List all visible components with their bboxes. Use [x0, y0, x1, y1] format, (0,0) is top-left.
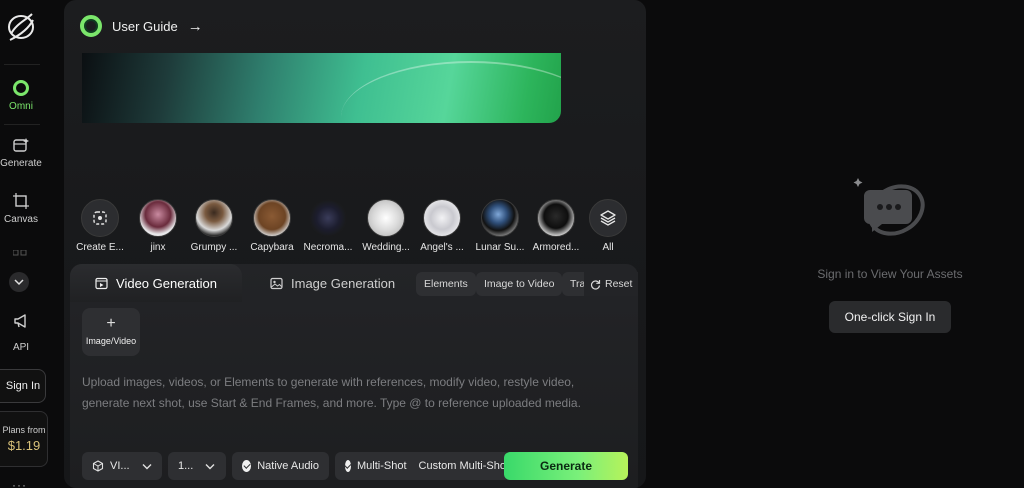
preset-thumbnail: [423, 199, 461, 237]
preset-thumbnail: [139, 199, 177, 237]
ratio-value: 1...: [178, 460, 194, 472]
generate-button[interactable]: Generate: [504, 452, 628, 480]
canvas-icon: [13, 193, 29, 209]
preset-item-all[interactable]: All: [580, 199, 636, 253]
preset-thumbnail: [481, 199, 519, 237]
assets-chat-icon: [853, 178, 925, 236]
cube-icon: [92, 460, 104, 472]
video-icon: [95, 277, 108, 289]
preset-item[interactable]: Necroma...: [300, 199, 356, 253]
tab-image-generation[interactable]: Image Generation: [270, 264, 395, 302]
chevron-down-icon: [142, 463, 152, 469]
model-value: VI...: [110, 460, 130, 472]
model-select[interactable]: VI...: [82, 452, 162, 480]
plans-price: $1.19: [7, 438, 41, 453]
sidebar-item-generate[interactable]: Generate: [0, 136, 42, 169]
preset-item-create-element[interactable]: Create E...: [72, 199, 128, 253]
megaphone-icon: [14, 314, 26, 328]
preset-label: Necroma...: [303, 242, 353, 253]
sidebar-divider: [4, 64, 40, 65]
chevron-down-icon: [14, 279, 24, 286]
preset-label: Capybara: [250, 242, 294, 253]
preset-item[interactable]: Capybara: [244, 199, 300, 253]
sidebar-item-label: API: [12, 342, 30, 353]
preset-item[interactable]: Wedding...: [358, 199, 414, 253]
create-element-icon: [81, 199, 119, 237]
preset-label: Lunar Su...: [475, 242, 525, 253]
sidebar-item-omni[interactable]: Omni: [0, 79, 42, 112]
preset-label: jinx: [150, 242, 166, 253]
plans-label: Plans from: [2, 425, 46, 435]
sidebar-item-label: Omni: [9, 101, 33, 112]
omni-ring-icon: [13, 80, 29, 96]
native-audio-label: Native Audio: [257, 460, 319, 472]
preset-item[interactable]: Grumpy ...: [186, 199, 242, 253]
preset-label: All: [602, 242, 614, 253]
plans-card[interactable]: Plans from $1.19: [0, 411, 48, 467]
custom-multi-shot-label[interactable]: Custom Multi-Sho: [419, 460, 506, 472]
preset-thumbnail: [537, 199, 575, 237]
preset-carousel: Create E... jinx Grumpy ... Capybara Nec…: [72, 199, 642, 257]
generate-icon: [13, 138, 29, 152]
user-guide-label: User Guide: [112, 18, 178, 34]
preset-thumbnail: [309, 199, 347, 237]
chevron-down-icon: [205, 463, 215, 469]
preset-label: Grumpy ...: [190, 242, 238, 253]
more-icon[interactable]: ···: [12, 478, 27, 488]
preset-item[interactable]: Lunar Su...: [472, 199, 528, 253]
sidebar: Omni Generate Canvas API Sign In Plans f…: [0, 0, 58, 488]
reset-button[interactable]: Reset: [584, 272, 639, 296]
check-icon: [345, 460, 351, 472]
tab-label: Image Generation: [291, 275, 396, 291]
preset-label: Armored...: [532, 242, 580, 253]
ratio-select[interactable]: 1...: [168, 452, 226, 480]
sign-in-button[interactable]: Sign In: [0, 369, 46, 403]
expand-sidebar-button[interactable]: [9, 272, 29, 292]
sidebar-item-api[interactable]: API: [0, 312, 42, 353]
prompt-input[interactable]: Upload images, videos, or Elements to ge…: [82, 372, 622, 414]
preset-label: Angel's ...: [420, 242, 464, 253]
reset-label: Reset: [605, 278, 633, 290]
plus-icon: +: [106, 315, 116, 332]
upload-label: Image/Video: [85, 336, 137, 346]
assets-empty-message: Sign in to View Your Assets: [817, 267, 963, 281]
generation-box: Video Generation Image Generation Elemen…: [70, 264, 639, 488]
preset-thumbnail: [195, 199, 233, 237]
preset-label: Wedding...: [362, 242, 410, 253]
user-guide-link[interactable]: User Guide →: [80, 15, 203, 37]
omni-ring-icon: [80, 15, 102, 37]
chip-image-to-video[interactable]: Image to Video: [476, 272, 563, 296]
reset-icon: [591, 279, 601, 290]
chip-elements[interactable]: Elements: [416, 272, 476, 296]
preset-item[interactable]: Armored...: [528, 199, 584, 253]
grid-icon[interactable]: [13, 250, 27, 262]
check-icon: [242, 460, 252, 472]
sidebar-item-label: Canvas: [4, 214, 38, 225]
preset-thumbnail: [253, 199, 291, 237]
native-audio-toggle[interactable]: Native Audio: [232, 452, 329, 480]
arrow-right-icon: →: [187, 17, 203, 35]
multi-shot-toggle[interactable]: Multi-Shot Custom Multi-Sho: [335, 452, 511, 480]
image-icon: [270, 277, 283, 289]
sidebar-item-label: Generate: [0, 158, 42, 169]
one-click-sign-in-button[interactable]: One-click Sign In: [829, 301, 951, 333]
multi-shot-label: Multi-Shot: [357, 460, 407, 472]
omni-panel: User Guide → Create E... jinx Grumpy ...…: [64, 0, 646, 488]
preset-item[interactable]: Angel's ...: [414, 199, 470, 253]
preset-thumbnail: [367, 199, 405, 237]
sidebar-item-canvas[interactable]: Canvas: [0, 192, 42, 225]
layers-icon: [589, 199, 627, 237]
preset-item[interactable]: jinx: [130, 199, 186, 253]
sidebar-divider: [4, 124, 40, 125]
preset-label: Create E...: [76, 242, 124, 253]
promo-banner[interactable]: [82, 53, 561, 123]
tab-label: Video Generation: [116, 275, 217, 291]
upload-image-video-button[interactable]: + Image/Video: [82, 308, 140, 356]
tab-video-generation[interactable]: Video Generation: [70, 264, 242, 302]
app-logo-icon[interactable]: [6, 10, 36, 44]
